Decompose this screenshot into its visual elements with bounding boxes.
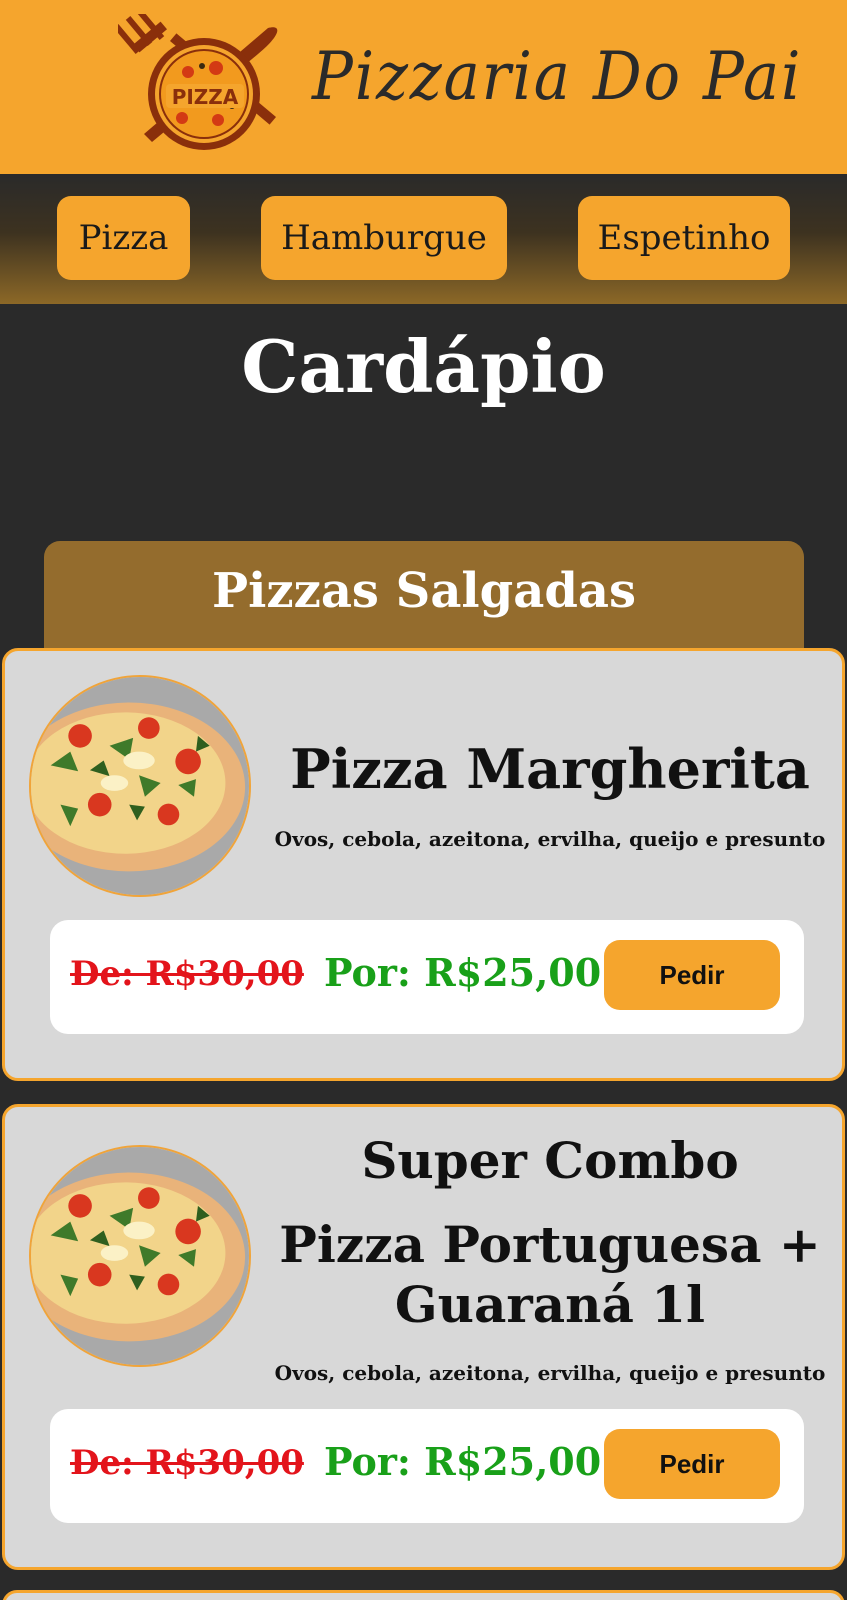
item-name-line3: Guaraná 1l <box>394 1275 706 1334</box>
menu-item-card: Pizza Margherita Ovos, cebola, azeitona,… <box>2 648 845 1081</box>
page-title: Cardápio <box>241 324 606 409</box>
new-price: Por: R$25,00 <box>324 950 602 995</box>
nav-espetinho-button[interactable]: Espetinho <box>578 196 790 280</box>
menu-item-card: Super Combo Pizza Portuguesa + Guaraná 1… <box>2 1104 845 1570</box>
category-nav: Pizza Hamburgue Espetinho <box>0 174 847 304</box>
old-price: De: R$30,00 <box>70 1443 304 1483</box>
item-name-line2: Pizza Portuguesa + <box>279 1215 821 1274</box>
nav-hamburgue-button[interactable]: Hamburgue <box>261 196 507 280</box>
logo-text: PIZZA <box>172 85 239 109</box>
order-button[interactable]: Pedir <box>604 940 780 1010</box>
old-price: De: R$30,00 <box>70 954 304 994</box>
item-description: Ovos, cebola, azeitona, ervilha, queijo … <box>274 827 826 851</box>
section-title: Pizzas Salgadas <box>211 563 637 619</box>
pizza-image <box>29 675 251 897</box>
order-button[interactable]: Pedir <box>604 1429 780 1499</box>
item-description: Ovos, cebola, azeitona, ervilha, queijo … <box>274 1361 826 1385</box>
price-box: De: R$30,00 Por: R$25,00 Pedir <box>50 920 804 1034</box>
price-box: De: R$30,00 Por: R$25,00 Pedir <box>50 1409 804 1523</box>
new-price: Por: R$25,00 <box>324 1439 602 1484</box>
item-name-line1: Super Combo <box>361 1131 739 1190</box>
item-name: Pizza Margherita <box>290 737 810 801</box>
pizza-image <box>29 1145 251 1367</box>
pizza-logo[interactable]: PIZZA <box>113 10 286 156</box>
nav-pizza-button[interactable]: Pizza <box>57 196 190 280</box>
section-header: Pizzas Salgadas <box>44 541 804 651</box>
brand-name: Pizzaria Do Pai <box>312 38 803 115</box>
header-bar: PIZZA Pizzaria Do Pai <box>0 0 847 174</box>
next-menu-item-card <box>2 1590 845 1600</box>
